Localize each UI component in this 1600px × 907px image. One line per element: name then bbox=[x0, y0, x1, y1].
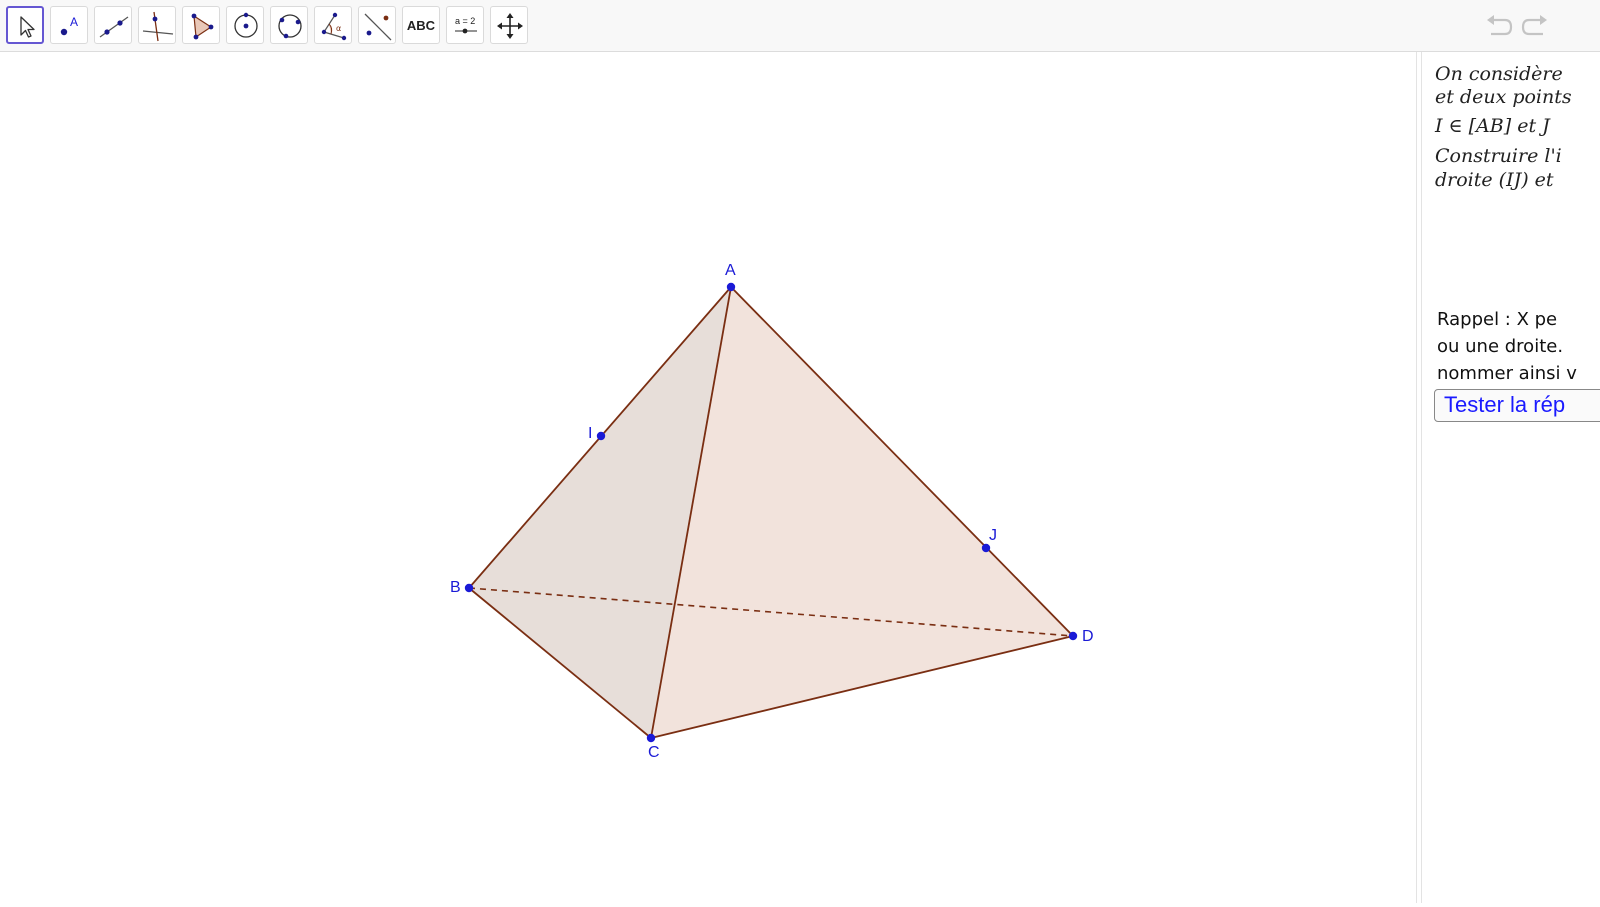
perpendicular-tool-button[interactable] bbox=[138, 6, 176, 44]
rappel-line-2: ou une droite. bbox=[1437, 336, 1564, 357]
line-tool-button[interactable] bbox=[94, 6, 132, 44]
slider-tool-label: a = 2 bbox=[455, 16, 475, 26]
point-d[interactable] bbox=[1068, 631, 1078, 641]
point-i[interactable] bbox=[596, 431, 606, 441]
graphics-view[interactable]: A B C D I J bbox=[0, 52, 1416, 903]
move-graphics-view-icon bbox=[497, 13, 523, 39]
point-icon: A bbox=[60, 15, 78, 36]
angle-tool-label: α bbox=[336, 24, 341, 33]
label-d: D bbox=[1082, 628, 1094, 645]
tetrahedron-figure: A B C D I J bbox=[450, 262, 1094, 761]
reflect-about-line-icon bbox=[364, 13, 392, 41]
line-icon bbox=[99, 16, 129, 38]
polygon-tool-button[interactable] bbox=[182, 6, 220, 44]
point-tool-button[interactable]: A bbox=[50, 6, 88, 44]
angle-tool-button[interactable]: α bbox=[314, 6, 352, 44]
statement-line-2: et deux points bbox=[1435, 86, 1572, 108]
rappel-line-3: nommer ainsi v bbox=[1437, 363, 1577, 384]
label-c: C bbox=[648, 744, 660, 761]
point-a[interactable] bbox=[726, 282, 736, 292]
perpendicular-line-icon bbox=[142, 11, 174, 42]
statement-line-4: Construire l'i bbox=[1435, 145, 1562, 167]
rappel-line-1: Rappel : X pe bbox=[1437, 309, 1558, 330]
circle-tool-button[interactable] bbox=[226, 6, 264, 44]
circle-three-points-icon bbox=[278, 14, 302, 39]
reflect-tool-button[interactable] bbox=[358, 6, 396, 44]
slider-icon: a = 2 bbox=[455, 16, 477, 34]
point-j[interactable] bbox=[981, 543, 991, 553]
label-b: B bbox=[450, 579, 461, 596]
point-tool-label: A bbox=[70, 15, 78, 29]
instructions-panel: On considère et deux points I ∈ [AB] et … bbox=[1422, 52, 1600, 903]
label-j: J bbox=[989, 527, 997, 544]
cursor-arrow-icon bbox=[20, 16, 35, 38]
undo-icon[interactable] bbox=[1484, 12, 1514, 40]
label-i: I bbox=[588, 425, 592, 442]
test-answer-button[interactable]: Tester la rép bbox=[1434, 389, 1600, 422]
point-c[interactable] bbox=[646, 733, 656, 743]
circle-center-point-icon bbox=[234, 12, 258, 38]
text-icon: ABC bbox=[406, 17, 436, 33]
toolbar: A α ABC a = 2 bbox=[0, 0, 1600, 52]
text-tool-button[interactable]: ABC bbox=[402, 6, 440, 44]
label-a: A bbox=[725, 262, 736, 279]
move-tool-button[interactable] bbox=[6, 6, 44, 44]
circle-three-points-tool-button[interactable] bbox=[270, 6, 308, 44]
angle-icon: α bbox=[321, 12, 347, 41]
slider-tool-button[interactable]: a = 2 bbox=[446, 6, 484, 44]
statement-line-3: I ∈ [AB] et J bbox=[1435, 115, 1550, 137]
move-graphics-tool-button[interactable] bbox=[490, 6, 528, 44]
polygon-icon bbox=[191, 13, 214, 40]
redo-icon[interactable] bbox=[1520, 12, 1550, 40]
statement-line-1: On considère bbox=[1435, 63, 1563, 85]
statement-line-5: droite (IJ) et bbox=[1435, 169, 1554, 191]
point-b[interactable] bbox=[464, 583, 474, 593]
